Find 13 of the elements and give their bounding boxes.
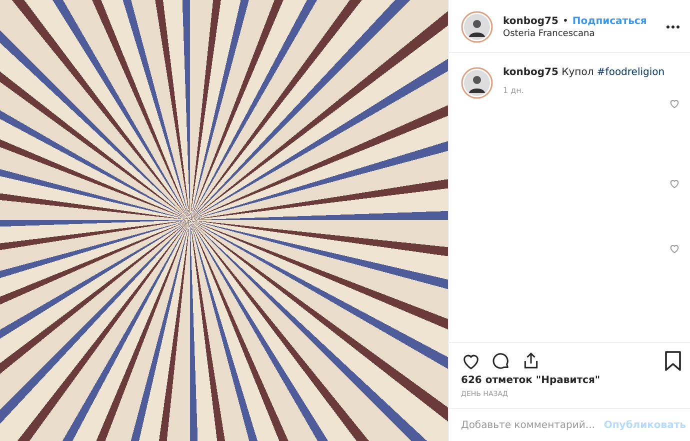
username[interactable]: konbog75 [503, 16, 558, 26]
more-icon[interactable] [666, 25, 680, 29]
separator-dot: • [562, 16, 568, 26]
bookmark-icon[interactable] [664, 351, 682, 371]
hashtag-link[interactable]: #foodreligion [596, 67, 665, 78]
likes-count[interactable]: 626 отметок "Нравится" [449, 375, 690, 386]
avatar-icon[interactable] [461, 11, 493, 43]
avatar-icon[interactable] [461, 67, 493, 99]
comment-icon[interactable] [491, 351, 511, 371]
publish-button: Опубликовать [604, 420, 686, 430]
caption-text: konbog75 Купол #foodreligion [503, 67, 665, 78]
location-link[interactable]: Osteria Francescana [503, 28, 656, 38]
caption-time: 1 дн. [503, 86, 525, 95]
